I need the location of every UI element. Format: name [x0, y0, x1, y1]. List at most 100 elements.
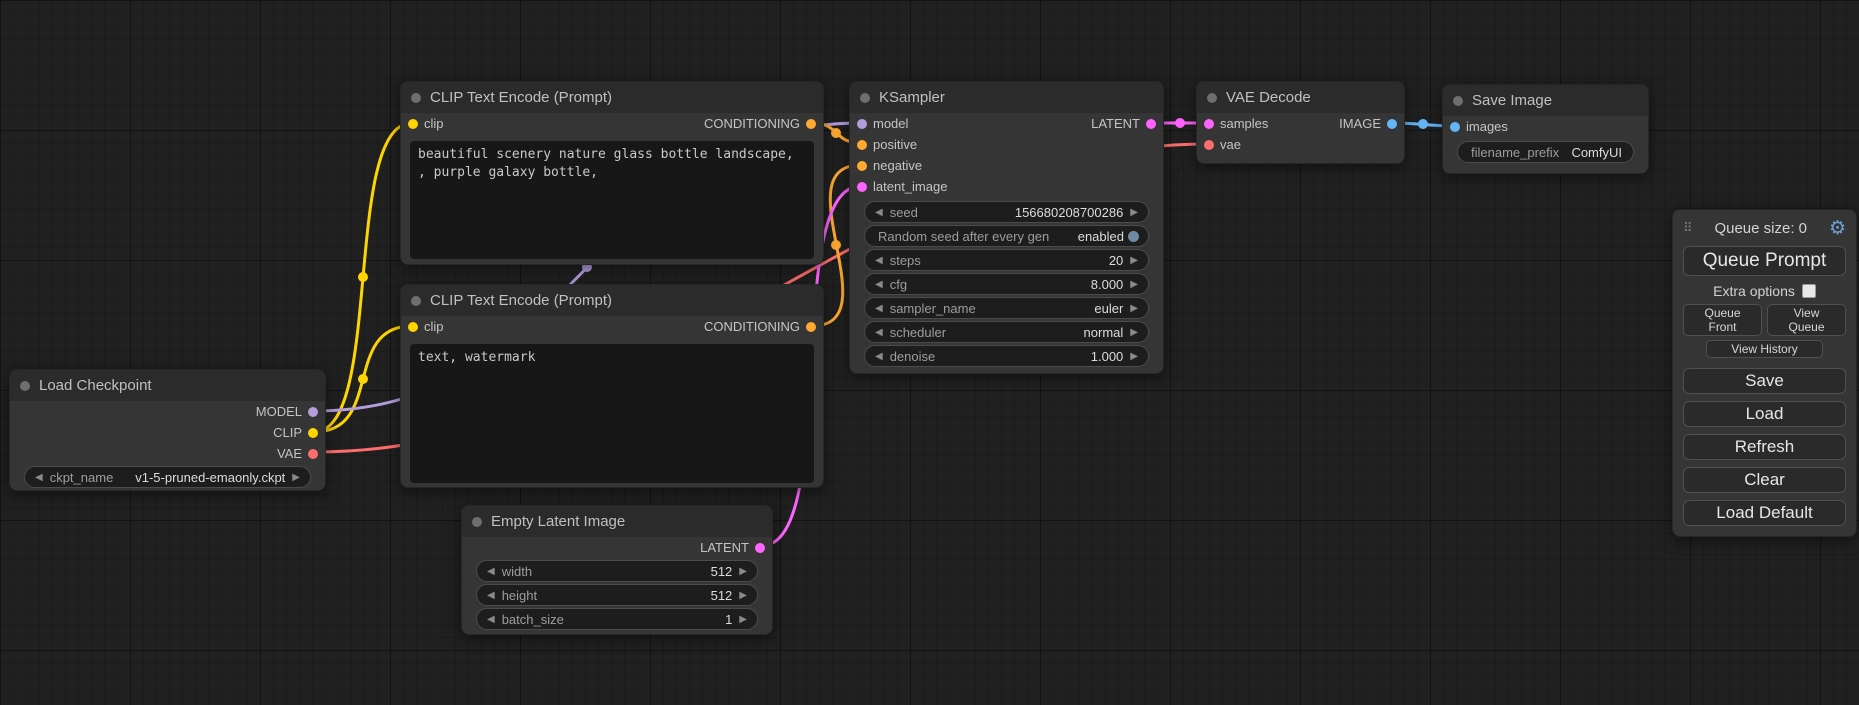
node-clip-text-encode-positive[interactable]: CLIP Text Encode (Prompt) clip CONDITION… — [400, 81, 824, 265]
width-widget[interactable]: ◀ width 512 ▶ — [476, 560, 758, 582]
sampler-name-widget[interactable]: ◀ sampler_name euler ▶ — [864, 297, 1149, 319]
next-value-arrow-icon[interactable]: ▶ — [1127, 303, 1141, 314]
collapse-dot-icon[interactable] — [1453, 96, 1463, 106]
next-value-arrow-icon[interactable]: ▶ — [1127, 255, 1141, 266]
random-seed-toggle-widget[interactable]: Random seed after every gen enabled — [864, 225, 1149, 247]
next-value-arrow-icon[interactable]: ▶ — [1127, 327, 1141, 338]
prev-value-arrow-icon[interactable]: ◀ — [872, 327, 886, 338]
refresh-button[interactable]: Refresh — [1683, 434, 1846, 460]
node-vae-decode[interactable]: VAE Decode samples IMAGE vae — [1196, 81, 1405, 164]
model-output-slot[interactable] — [308, 407, 318, 417]
height-widget[interactable]: ◀ height 512 ▶ — [476, 584, 758, 606]
node-empty-latent-image[interactable]: Empty Latent Image LATENT ◀ width 512 ▶ … — [461, 505, 773, 635]
positive-input-slot[interactable] — [857, 140, 867, 150]
latent-image-input-slot[interactable] — [857, 182, 867, 192]
prev-value-arrow-icon[interactable]: ◀ — [484, 590, 498, 601]
positive-prompt-textarea[interactable]: beautiful scenery nature glass bottle la… — [410, 141, 814, 259]
ckpt-name-widget[interactable]: ◀ ckpt_name v1-5-pruned-emaonly.ckpt ▶ — [24, 466, 311, 488]
collapse-dot-icon[interactable] — [20, 381, 30, 391]
images-input-slot[interactable] — [1450, 122, 1460, 132]
widget-value[interactable]: enabled — [1078, 229, 1128, 244]
samples-input-slot[interactable] — [1204, 119, 1214, 129]
prev-value-arrow-icon[interactable]: ◀ — [872, 303, 886, 314]
widget-value[interactable]: 8.000 — [1091, 277, 1128, 292]
node-title-bar[interactable]: CLIP Text Encode (Prompt) — [401, 82, 823, 113]
prev-value-arrow-icon[interactable]: ◀ — [32, 472, 46, 483]
negative-input-slot[interactable] — [857, 161, 867, 171]
next-value-arrow-icon[interactable]: ▶ — [289, 472, 303, 483]
next-value-arrow-icon[interactable]: ▶ — [1127, 351, 1141, 362]
settings-gear-icon[interactable]: ⚙ — [1829, 219, 1846, 238]
save-button[interactable]: Save — [1683, 368, 1846, 394]
queue-front-button[interactable]: Queue Front — [1683, 304, 1762, 336]
widget-value[interactable]: 512 — [711, 588, 737, 603]
widget-value[interactable]: 156680208700286 — [1015, 205, 1127, 220]
node-title-bar[interactable]: Empty Latent Image — [462, 506, 772, 537]
toggle-on-icon[interactable] — [1128, 231, 1139, 242]
clear-button[interactable]: Clear — [1683, 467, 1846, 493]
clip-input-slot[interactable] — [408, 119, 418, 129]
node-save-image[interactable]: Save Image images filename_prefix ComfyU… — [1442, 84, 1649, 174]
view-queue-button[interactable]: View Queue — [1767, 304, 1846, 336]
prev-value-arrow-icon[interactable]: ◀ — [872, 207, 886, 218]
collapse-dot-icon[interactable] — [411, 93, 421, 103]
image-output-slot[interactable] — [1387, 119, 1397, 129]
node-title-bar[interactable]: Load Checkpoint — [10, 370, 325, 401]
node-title-bar[interactable]: KSampler — [850, 82, 1163, 113]
prev-value-arrow-icon[interactable]: ◀ — [872, 279, 886, 290]
load-button[interactable]: Load — [1683, 401, 1846, 427]
widget-value[interactable]: ComfyUI — [1571, 145, 1626, 160]
cfg-widget[interactable]: ◀ cfg 8.000 ▶ — [864, 273, 1149, 295]
widget-value[interactable]: 512 — [711, 564, 737, 579]
collapse-dot-icon[interactable] — [860, 93, 870, 103]
view-history-button[interactable]: View History — [1706, 340, 1823, 358]
widget-value[interactable]: normal — [1084, 325, 1128, 340]
latent-output-slot[interactable] — [755, 543, 765, 553]
vae-output-slot[interactable] — [308, 449, 318, 459]
widget-value[interactable]: v1-5-pruned-emaonly.ckpt — [135, 470, 289, 485]
slot-row: samples IMAGE — [1197, 113, 1404, 134]
next-value-arrow-icon[interactable]: ▶ — [736, 614, 750, 625]
collapse-dot-icon[interactable] — [411, 296, 421, 306]
widget-value[interactable]: euler — [1094, 301, 1127, 316]
steps-widget[interactable]: ◀ steps 20 ▶ — [864, 249, 1149, 271]
node-title-bar[interactable]: VAE Decode — [1197, 82, 1404, 113]
node-load-checkpoint[interactable]: Load Checkpoint MODEL CLIP VAE ◀ ckpt_na… — [9, 369, 326, 491]
collapse-dot-icon[interactable] — [1207, 93, 1217, 103]
clip-output-slot[interactable] — [308, 428, 318, 438]
prev-value-arrow-icon[interactable]: ◀ — [484, 566, 498, 577]
queue-prompt-button[interactable]: Queue Prompt — [1683, 246, 1846, 276]
latent-output-slot[interactable] — [1146, 119, 1156, 129]
filename-prefix-widget[interactable]: filename_prefix ComfyUI — [1457, 141, 1634, 163]
load-default-button[interactable]: Load Default — [1683, 500, 1846, 526]
drag-handle-icon[interactable]: ⠿ — [1683, 220, 1693, 236]
prev-value-arrow-icon[interactable]: ◀ — [872, 351, 886, 362]
widget-value[interactable]: 20 — [1109, 253, 1127, 268]
next-value-arrow-icon[interactable]: ▶ — [1127, 279, 1141, 290]
vae-input-slot[interactable] — [1204, 140, 1214, 150]
clip-input-slot[interactable] — [408, 322, 418, 332]
prev-value-arrow-icon[interactable]: ◀ — [872, 255, 886, 266]
next-value-arrow-icon[interactable]: ▶ — [736, 590, 750, 601]
prev-value-arrow-icon[interactable]: ◀ — [484, 614, 498, 625]
comfy-menu[interactable]: ⠿ Queue size: 0 ⚙ Queue Prompt Extra opt… — [1672, 209, 1857, 537]
node-clip-text-encode-negative[interactable]: CLIP Text Encode (Prompt) clip CONDITION… — [400, 284, 824, 488]
negative-prompt-textarea[interactable]: text, watermark — [410, 344, 814, 483]
extra-options-checkbox[interactable] — [1802, 284, 1816, 298]
batch-size-widget[interactable]: ◀ batch_size 1 ▶ — [476, 608, 758, 630]
node-ksampler[interactable]: KSampler model LATENT positive negative — [849, 81, 1164, 374]
node-title-bar[interactable]: Save Image — [1443, 85, 1648, 116]
widget-value[interactable]: 1 — [725, 612, 736, 627]
next-value-arrow-icon[interactable]: ▶ — [1127, 207, 1141, 218]
denoise-widget[interactable]: ◀ denoise 1.000 ▶ — [864, 345, 1149, 367]
model-input-slot[interactable] — [857, 119, 867, 129]
conditioning-output-slot[interactable] — [806, 322, 816, 332]
collapse-dot-icon[interactable] — [472, 517, 482, 527]
conditioning-output-slot[interactable] — [806, 119, 816, 129]
scheduler-widget[interactable]: ◀ scheduler normal ▶ — [864, 321, 1149, 343]
graph-canvas[interactable]: Load Checkpoint MODEL CLIP VAE ◀ ckpt_na… — [0, 0, 1859, 705]
next-value-arrow-icon[interactable]: ▶ — [736, 566, 750, 577]
node-title-bar[interactable]: CLIP Text Encode (Prompt) — [401, 285, 823, 316]
widget-value[interactable]: 1.000 — [1091, 349, 1128, 364]
seed-widget[interactable]: ◀ seed 156680208700286 ▶ — [864, 201, 1149, 223]
